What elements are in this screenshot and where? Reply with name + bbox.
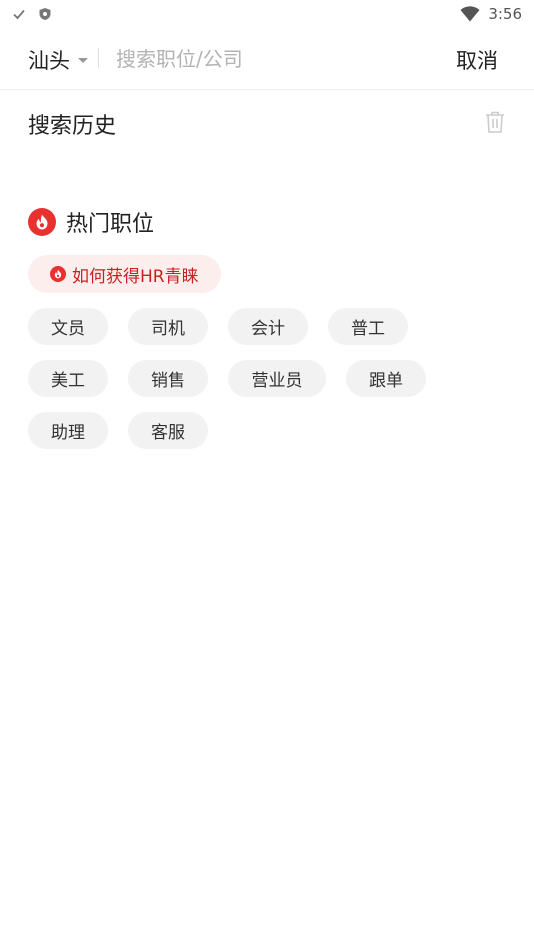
tag-row: 美工 销售 营业员 跟单 xyxy=(28,360,508,397)
job-tag[interactable]: 司机 xyxy=(128,308,208,345)
search-history-title: 搜索历史 xyxy=(28,114,117,139)
hot-jobs-title: 热门职位 xyxy=(66,212,155,237)
search-bar: 汕头 取消 xyxy=(0,28,534,90)
cancel-button[interactable]: 取消 xyxy=(456,45,498,75)
city-label: 汕头 xyxy=(28,49,70,73)
flame-icon xyxy=(50,266,66,282)
city-selector[interactable]: 汕头 xyxy=(28,45,88,75)
hr-tip-banner[interactable]: 如何获得HR青睐 xyxy=(28,255,221,293)
job-tag[interactable]: 跟单 xyxy=(346,360,426,397)
job-tag[interactable]: 销售 xyxy=(128,360,208,397)
hot-jobs-tags: 文员 司机 会计 普工 美工 销售 营业员 跟单 助理 客服 xyxy=(28,308,508,464)
hot-jobs-header: 热门职位 xyxy=(28,206,154,238)
status-left xyxy=(12,7,52,21)
tag-row: 文员 司机 会计 普工 xyxy=(28,308,508,345)
status-time: 3:56 xyxy=(488,5,522,23)
job-tag[interactable]: 美工 xyxy=(28,360,108,397)
search-input[interactable] xyxy=(116,42,416,76)
job-tag[interactable]: 助理 xyxy=(28,412,108,449)
flame-icon xyxy=(28,208,56,236)
job-tag[interactable]: 营业员 xyxy=(228,360,326,397)
trash-icon[interactable] xyxy=(484,110,506,134)
job-tag[interactable]: 普工 xyxy=(328,308,408,345)
status-right: 3:56 xyxy=(460,5,522,23)
job-tag[interactable]: 文员 xyxy=(28,308,108,345)
job-tag[interactable]: 会计 xyxy=(228,308,308,345)
shield-icon xyxy=(39,8,51,20)
hr-tip-label: 如何获得HR青睐 xyxy=(72,266,199,287)
check-icon xyxy=(13,9,25,20)
job-tag[interactable]: 客服 xyxy=(128,412,208,449)
caret-down-icon xyxy=(78,57,88,63)
wifi-icon xyxy=(460,6,480,22)
status-bar: 3:56 xyxy=(0,0,534,28)
tag-row: 助理 客服 xyxy=(28,412,508,449)
search-divider xyxy=(98,48,99,68)
